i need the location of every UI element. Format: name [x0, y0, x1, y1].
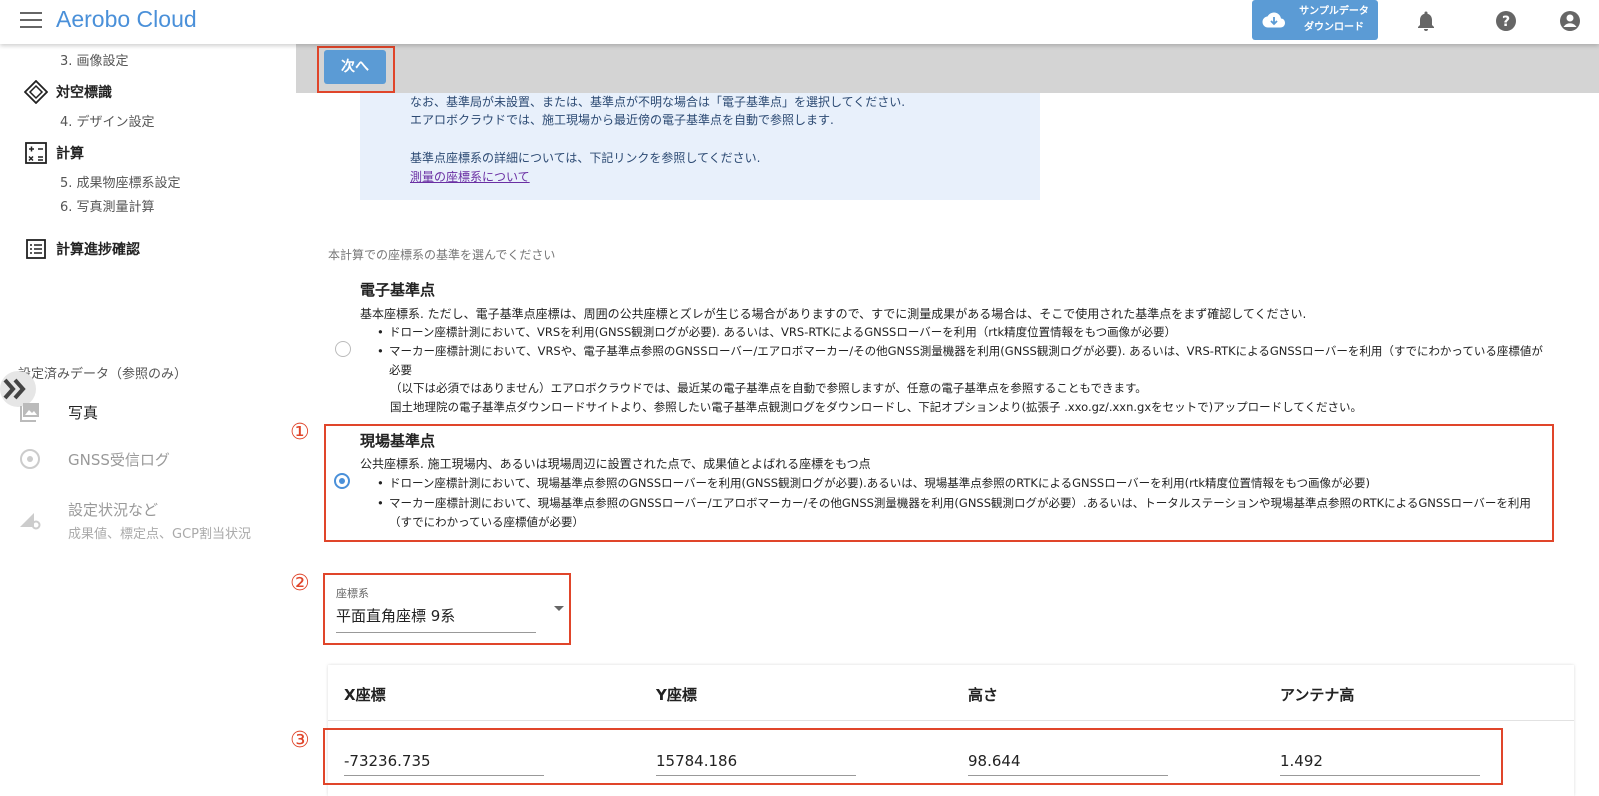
- coord-system-select[interactable]: 平面直角座標 9系: [336, 605, 536, 633]
- ref-settings-label: 設定状況など: [68, 501, 159, 519]
- list-icon: [26, 239, 46, 259]
- calculator-icon: [25, 142, 47, 164]
- option-electronic-bullet: ドローン座標計測において、VRSを利用(GNSS観測ログが必要). あるいは、V…: [377, 323, 1559, 342]
- radio-electronic-reference[interactable]: [335, 341, 351, 357]
- app-title: Aerobo Cloud: [56, 6, 197, 32]
- coord-system-link[interactable]: 測量の座標系について: [410, 170, 530, 184]
- toolbar: 次へ: [296, 44, 1599, 93]
- option-site-desc: 公共座標系. 施工現場内、あるいは現場周辺に設置された点で、成果値とよばれる座標…: [360, 457, 871, 471]
- info-line1: なお、基準局が未設置、または、基準点が不明な場合は「電子基準点」を選択してくださ…: [410, 95, 906, 109]
- option-electronic-title: 電子基準点: [360, 281, 436, 299]
- option-site-bullet: マーカー座標計測において、現場基準点参照のGNSSローバー/エアロボマーカー/そ…: [377, 494, 1549, 532]
- app-bar: Aerobo Cloud サンプルデータ ダウンロード ?: [0, 0, 1599, 44]
- option-site-bullet: ドローン座標計測において、現場基準点参照のGNSSローバーを利用(GNSS観測ロ…: [377, 474, 1554, 493]
- header-y: Y座標: [656, 686, 697, 704]
- header-x: X座標: [344, 686, 386, 704]
- settings-signal-icon: [20, 513, 41, 530]
- chevron-down-icon[interactable]: [554, 606, 564, 611]
- sidebar-item-image-settings[interactable]: 3. 画像設定: [60, 50, 129, 69]
- sidebar-item-output-coords[interactable]: 5. 成果物座標系設定: [60, 172, 181, 191]
- sample-line2: ダウンロード: [1304, 22, 1364, 33]
- sidebar-item-label: 計算: [56, 146, 84, 162]
- info-line2: エアロボクラウドでは、施工現場から最近傍の電子基準点を自動で参照します.: [410, 113, 834, 127]
- option-site-title: 現場基準点: [360, 432, 436, 450]
- coord-system-label: 座標系: [336, 587, 369, 600]
- svg-text:?: ?: [1502, 14, 1510, 30]
- coord-basis-prompt: 本計算での座標系の基準を選んでください: [328, 248, 556, 262]
- sample-data-download-button[interactable]: サンプルデータ ダウンロード: [1252, 0, 1378, 40]
- highlight-coord-values: [323, 728, 1503, 785]
- sidebar: 3. 画像設定 対空標識 4. デザイン設定 計算 5. 成果物座標系設定 6.…: [0, 44, 296, 796]
- marker-2: ②: [290, 571, 310, 596]
- sidebar-item-label: 計算進捗確認: [56, 242, 140, 258]
- cloud-download-icon: [1262, 12, 1285, 28]
- ref-gnss-label: GNSS受信ログ: [68, 451, 170, 469]
- sidebar-item-progress[interactable]: 計算進捗確認: [24, 237, 140, 261]
- sidebar-item-photogrammetry[interactable]: 6. 写真測量計算: [60, 196, 155, 215]
- sidebar-item-design-settings[interactable]: 4. デザイン設定: [60, 111, 155, 130]
- help-icon[interactable]: ?: [1494, 9, 1518, 33]
- marker-1: ①: [290, 420, 310, 445]
- table-divider: [328, 720, 1574, 721]
- sidebar-item-calculation[interactable]: 計算: [24, 141, 84, 165]
- header-antenna: アンテナ高: [1280, 686, 1355, 704]
- radio-site-reference[interactable]: [334, 473, 350, 489]
- info-line3: 基準点座標系の詳細については、下記リンクを参照してください.: [410, 151, 761, 165]
- option-electronic-bullet: マーカー座標計測において、VRSや、電子基準点参照のGNSSローバー/エアロボマ…: [377, 342, 1554, 380]
- header-height: 高さ: [968, 686, 999, 704]
- bell-icon[interactable]: [1414, 9, 1438, 33]
- sidebar-section-title: 設定済みデータ（参照のみ）: [18, 367, 188, 382]
- sample-line1: サンプルデータ: [1299, 6, 1369, 17]
- marker-3: ③: [290, 728, 310, 753]
- info-panel: なお、基準局が未設置、または、基準点が不明な場合は「電子基準点」を選択してくださ…: [360, 93, 1040, 200]
- ref-settings-sub: 成果値、標定点、GCP割当状況: [68, 527, 251, 542]
- menu-icon[interactable]: [20, 12, 42, 30]
- account-icon[interactable]: [1558, 9, 1582, 33]
- sidebar-item-gcp-marker[interactable]: 対空標識: [24, 80, 112, 104]
- photo-icon: [20, 403, 39, 422]
- option-electronic-note: 国土地理院の電子基準点ダウンロードサイトより、参照したい電子基準点観測ログをダウ…: [390, 400, 1362, 414]
- option-electronic-desc: 基本座標系. ただし、電子基準点座標は、周囲の公共座標とズレが生じる場合がありま…: [360, 307, 1307, 321]
- ref-photos-label: 写真: [68, 404, 99, 422]
- option-electronic-note: （以下は必須ではありません）エアロボクラウドでは、最近某の電子基準点を自動で参照…: [390, 381, 1147, 395]
- diamond-marker-icon: [24, 80, 48, 104]
- gnss-target-icon: [20, 449, 40, 469]
- sidebar-item-label: 対空標識: [56, 85, 112, 101]
- highlight-next: [317, 46, 395, 93]
